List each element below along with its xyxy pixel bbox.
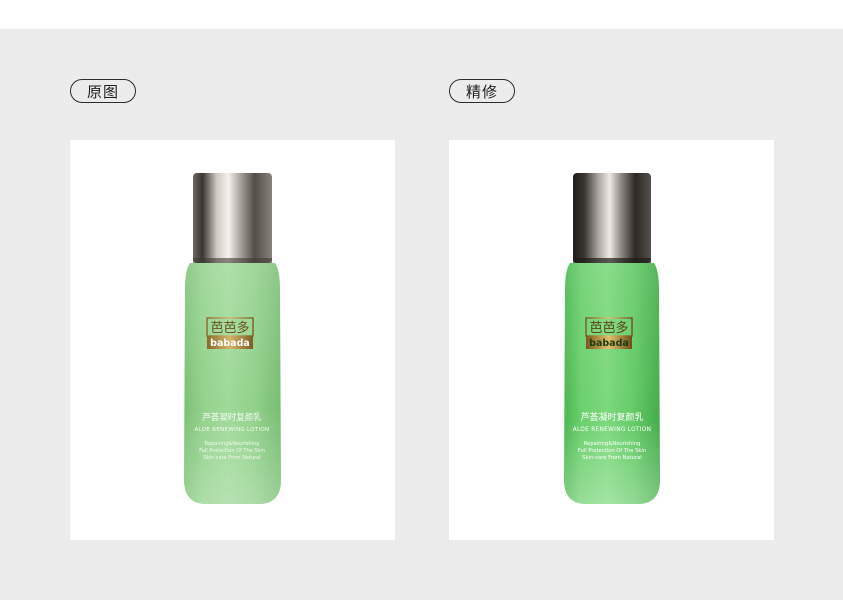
product-name-en: ALOE RENEWING LOTION [195, 427, 270, 433]
tagline-line-3: Skin-care From Natural [582, 455, 641, 461]
tagline-line-1: Repairing&Nourishing [205, 441, 260, 447]
brand-cn-text: 芭芭多 [589, 320, 628, 336]
original-bottle-image: 芭芭多 babada 芦荟凝时复颜乳 ALOE RENEWING LOTION … [184, 173, 281, 504]
product-name-en: ALOE RENEWING LOTION [573, 427, 652, 433]
original-photo-card: 芭芭多 babada 芦荟凝时复颜乳 ALOE RENEWING LOTION … [70, 140, 395, 540]
retouched-label: 精修 [449, 79, 515, 103]
product-name-cn: 芦荟凝时复颜乳 [580, 411, 643, 423]
brand-en-text: babada [210, 338, 250, 349]
retouched-photo-card: 芭芭多 babada 芦荟凝时复颜乳 ALOE RENEWING LOTION … [449, 140, 774, 540]
brand-en-text: babada [589, 338, 629, 349]
bottle-cap [193, 173, 272, 263]
brand-cn-text: 芭芭多 [210, 320, 249, 336]
tagline-line-3: Skin-care From Natural [203, 455, 260, 461]
tagline-line-2: Full Protection Of The Skin [199, 448, 265, 454]
product-name-cn: 芦荟凝时复颜乳 [202, 412, 262, 423]
tagline-line-2: Full Protection Of The Skin [578, 448, 646, 454]
tagline-line-1: Repairing&Nourishing [584, 441, 641, 447]
bottle-cap [573, 173, 651, 263]
retouched-bottle-image: 芭芭多 babada 芦荟凝时复颜乳 ALOE RENEWING LOTION … [564, 173, 660, 504]
original-label: 原图 [70, 79, 136, 103]
